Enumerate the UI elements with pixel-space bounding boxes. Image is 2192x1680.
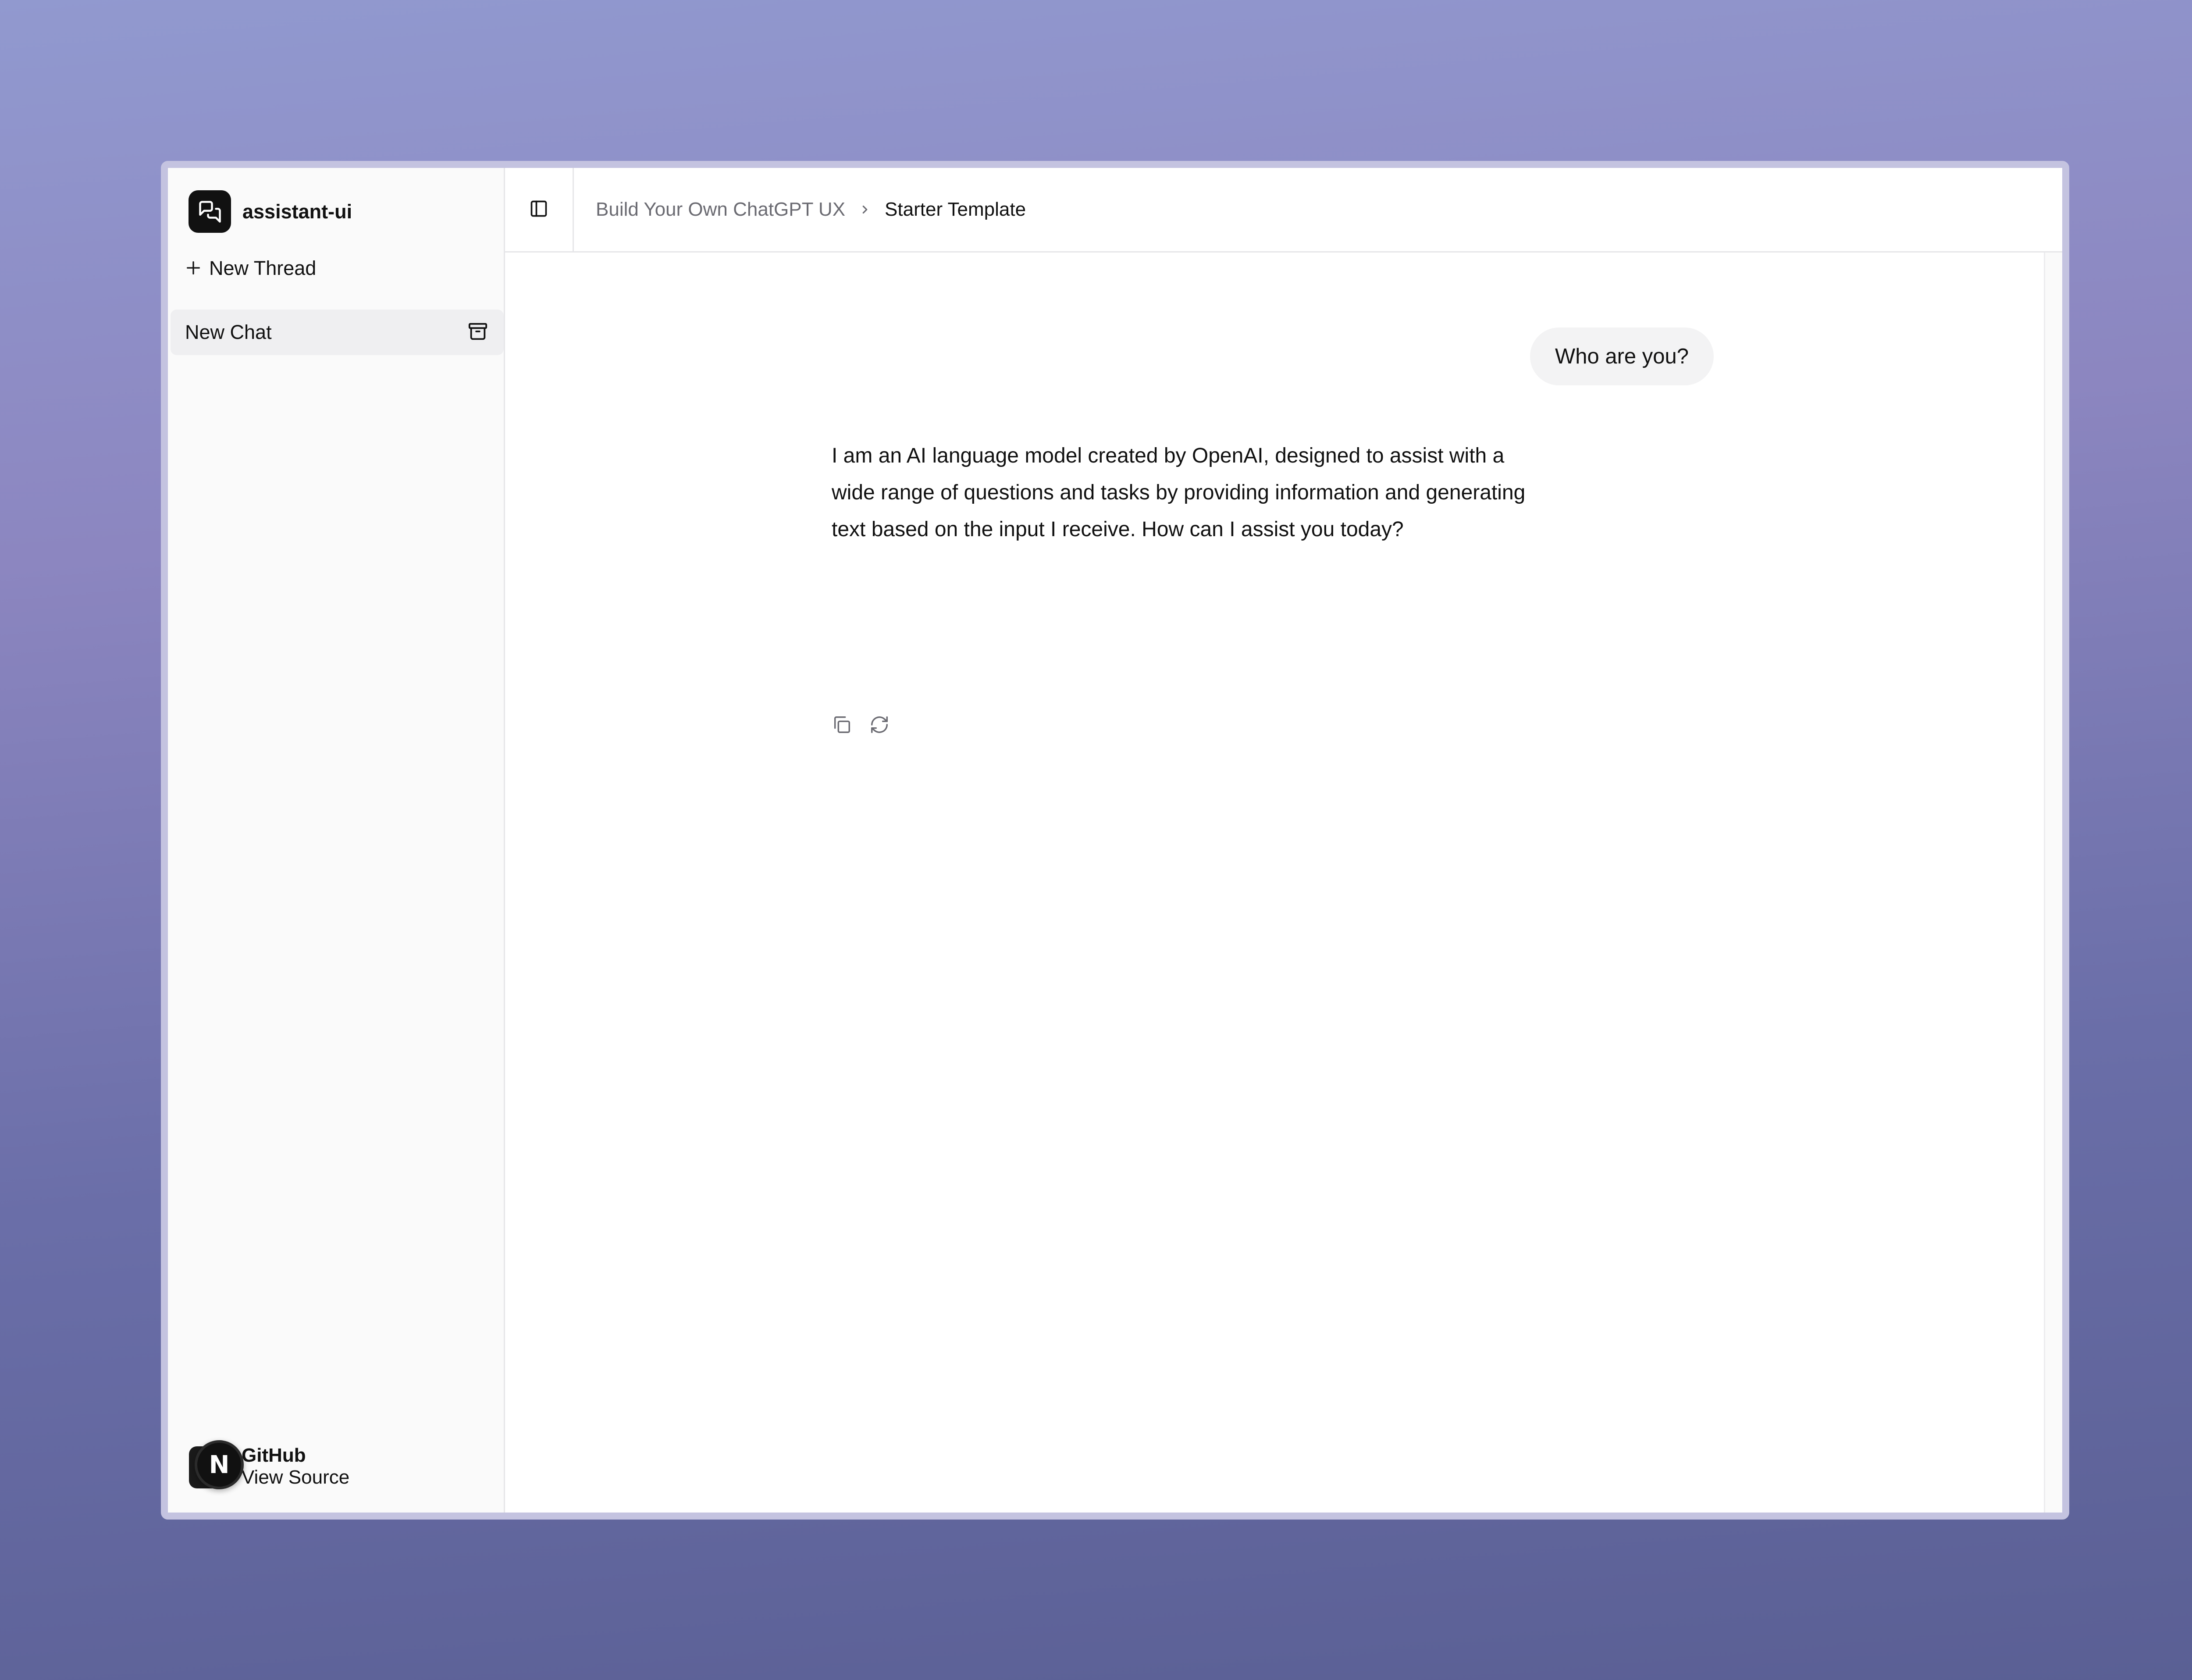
assistant-message: I am an AI language model created by Ope… [832, 444, 1526, 541]
github-link[interactable]: N GitHub View Source [189, 1440, 349, 1493]
github-link-text: GitHub View Source [242, 1445, 349, 1488]
breadcrumb: Build Your Own ChatGPT UX Starter Templa… [596, 199, 1026, 221]
brand[interactable]: assistant-ui [189, 190, 352, 233]
sidebar: assistant-ui New Thread New Chat N GitHu… [168, 168, 505, 1513]
copy-icon[interactable] [832, 715, 852, 735]
breadcrumb-current: Starter Template [885, 199, 1026, 220]
app-window: assistant-ui New Thread New Chat N GitHu… [161, 161, 2069, 1520]
message-actions [832, 715, 890, 735]
top-bar: Build Your Own ChatGPT UX Starter Templa… [505, 168, 2062, 253]
app-name: assistant-ui [242, 200, 352, 223]
chat-bubbles-icon [189, 190, 231, 233]
sidebar-toggle-button[interactable] [505, 168, 574, 251]
github-subtitle: View Source [242, 1466, 350, 1488]
refresh-icon[interactable] [869, 715, 890, 735]
avatar-letter: N [209, 1450, 230, 1479]
avatar: N [189, 1440, 244, 1493]
main-panel: Build Your Own ChatGPT UX Starter Templa… [505, 168, 2062, 1513]
archive-icon[interactable] [468, 321, 488, 344]
scrollbar[interactable] [2044, 253, 2062, 1513]
user-message: Who are you? [1530, 327, 1714, 385]
nextjs-logo-icon: N [195, 1440, 244, 1489]
thread-item-label: New Chat [185, 321, 272, 343]
github-title: GitHub [242, 1445, 306, 1466]
new-thread-label: New Thread [209, 257, 317, 279]
panel-left-icon [529, 199, 548, 221]
chevron-right-icon [858, 203, 872, 216]
thread-item[interactable]: New Chat [171, 310, 504, 355]
plus-icon [185, 256, 202, 281]
breadcrumb-link[interactable]: Build Your Own ChatGPT UX [596, 199, 845, 221]
new-thread-button[interactable]: New Thread [185, 256, 316, 281]
